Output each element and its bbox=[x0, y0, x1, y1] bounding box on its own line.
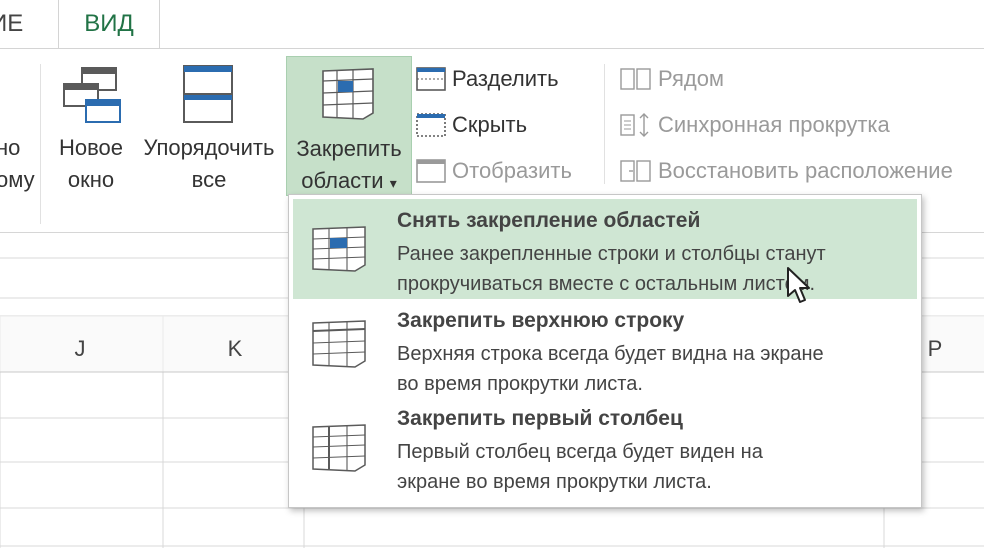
side-by-side-label: Рядом bbox=[658, 66, 725, 91]
unhide-label: Отобразить bbox=[452, 158, 572, 183]
side-by-side-icon bbox=[620, 68, 651, 90]
freeze-first-column-desc-2: экране во время прокрутки листа. bbox=[397, 471, 712, 493]
unfreeze-panes-desc-2: прокручиваться вместе с остальным листом… bbox=[397, 273, 816, 295]
unhide-button[interactable]: Отобразить bbox=[416, 154, 572, 188]
split-button[interactable]: Разделить bbox=[416, 62, 559, 96]
freeze-top-row-title: Закрепить верхнюю строку bbox=[397, 309, 685, 332]
freeze-first-column-icon bbox=[312, 424, 366, 472]
new-window-label-2: окно bbox=[67, 167, 115, 192]
sync-scroll-icon bbox=[620, 113, 649, 137]
arrange-all-label-2: все bbox=[191, 167, 227, 192]
menu-item-freeze-top-row[interactable]: Закрепить верхнюю строку Верхняя строка … bbox=[293, 303, 917, 403]
freeze-panes-button[interactable]: Закрепить области ▾ bbox=[286, 56, 412, 196]
split-label: Разделить bbox=[452, 66, 559, 91]
hide-button[interactable]: Скрыть bbox=[416, 108, 527, 142]
column-header-j[interactable]: J bbox=[40, 336, 120, 362]
unfreeze-panes-icon bbox=[312, 226, 366, 272]
freeze-top-row-desc-1: Верхняя строка всегда будет видна на экр… bbox=[397, 343, 824, 365]
tab-view[interactable]: ВИД bbox=[58, 0, 160, 48]
reset-position-icon bbox=[620, 160, 651, 182]
freeze-panes-icon bbox=[322, 68, 374, 120]
ribbon-separator bbox=[604, 64, 605, 184]
hide-label: Скрыть bbox=[452, 112, 528, 137]
side-by-side-button[interactable]: Рядом bbox=[620, 62, 724, 96]
split-icon bbox=[416, 67, 446, 91]
new-window-label-1: Новое bbox=[58, 135, 124, 160]
sync-scroll-label: Синхронная прокрутка bbox=[658, 112, 890, 137]
sync-scroll-button[interactable]: Синхронная прокрутка bbox=[620, 108, 890, 142]
tab-previous[interactable]: ИЕ bbox=[0, 0, 23, 48]
new-window-icon bbox=[63, 67, 121, 123]
arrange-all-icon bbox=[183, 65, 233, 123]
freeze-first-column-title: Закрепить первый столбец bbox=[397, 407, 683, 430]
freeze-first-column-desc-1: Первый столбец всегда будет виден на bbox=[397, 441, 763, 463]
menu-item-unfreeze-panes[interactable]: Снять закрепление областей Ранее закрепл… bbox=[293, 199, 917, 299]
menu-item-freeze-first-column[interactable]: Закрепить первый столбец Первый столбец … bbox=[293, 403, 917, 503]
freeze-top-row-desc-2: во время прокрутки листа. bbox=[397, 373, 643, 395]
unhide-window-icon bbox=[416, 159, 446, 183]
ribbon-separator bbox=[40, 64, 41, 224]
unfreeze-panes-desc-1: Ранее закрепленные строки и столбцы стан… bbox=[397, 243, 826, 265]
column-header-k[interactable]: K bbox=[195, 336, 275, 362]
reset-position-label: Восстановить расположение bbox=[658, 158, 953, 183]
mouse-pointer-icon bbox=[787, 267, 810, 303]
cut-off-button-label[interactable]: но ому bbox=[0, 132, 35, 196]
freeze-panes-label-2: области bbox=[301, 168, 384, 193]
reset-position-button[interactable]: Восстановить расположение bbox=[620, 154, 953, 188]
dropdown-arrow-icon: ▾ bbox=[389, 175, 397, 191]
new-window-button[interactable]: Новое окно bbox=[52, 60, 130, 200]
freeze-panes-label-1: Закрепить bbox=[296, 136, 402, 161]
arrange-all-label-1: Упорядочить bbox=[143, 135, 275, 160]
hide-window-icon bbox=[416, 113, 446, 137]
arrange-all-button[interactable]: Упорядочить все bbox=[136, 60, 282, 200]
unfreeze-panes-title: Снять закрепление областей bbox=[397, 209, 701, 232]
freeze-panes-menu: Снять закрепление областей Ранее закрепл… bbox=[288, 194, 922, 508]
freeze-top-row-icon bbox=[312, 320, 366, 368]
